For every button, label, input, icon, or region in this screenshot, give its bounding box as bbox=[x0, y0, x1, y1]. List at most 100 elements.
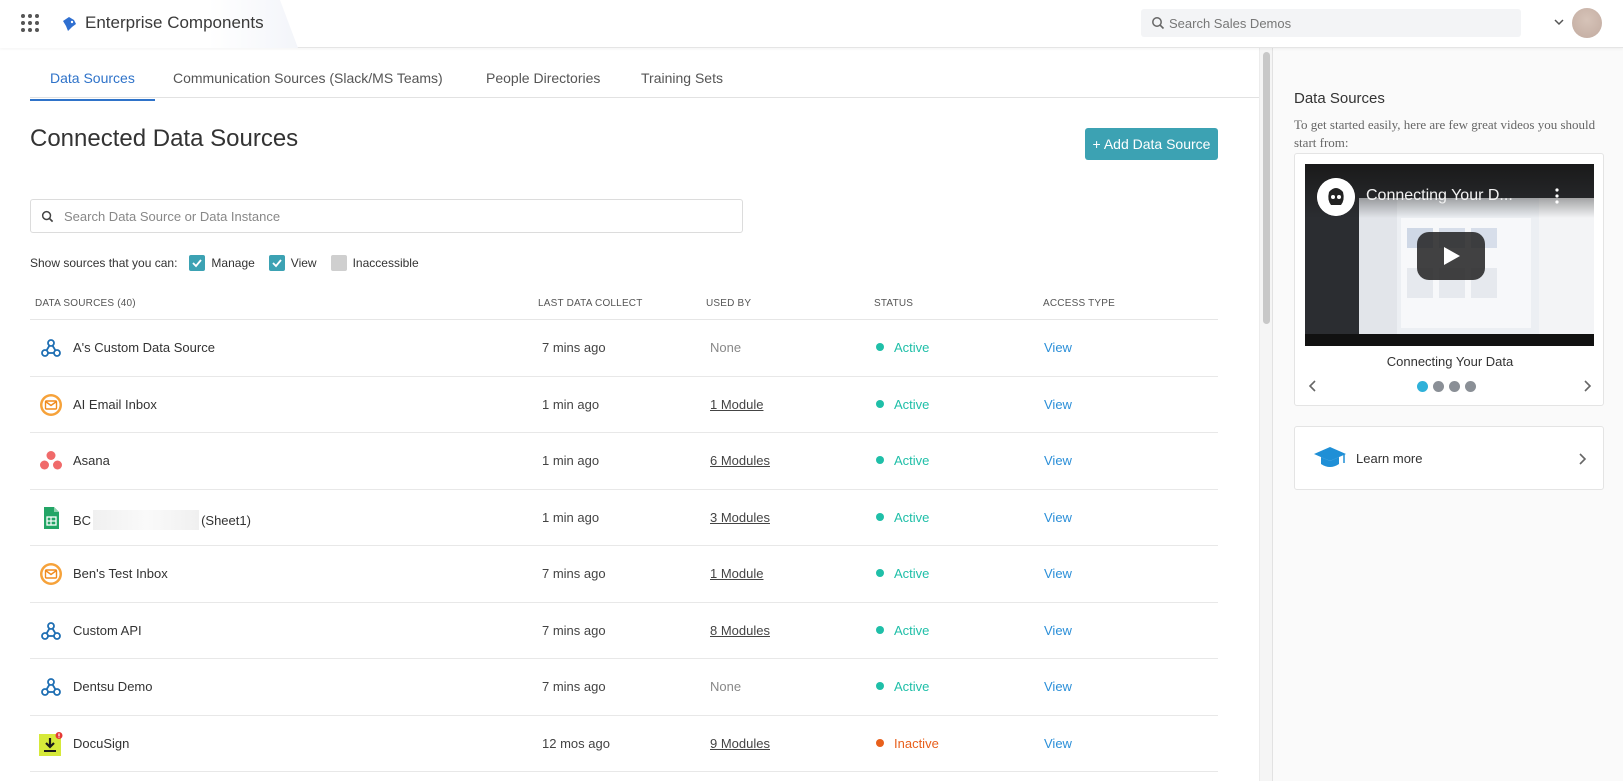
chevron-down-icon[interactable] bbox=[1553, 16, 1565, 28]
status-dot bbox=[876, 682, 884, 690]
data-sources-table: DATA SOURCES (40) LAST DATA COLLECT USED… bbox=[30, 288, 1218, 772]
help-side-panel: Data Sources To get started easily, here… bbox=[1273, 48, 1623, 781]
row-status: Active bbox=[876, 397, 929, 412]
user-avatar[interactable] bbox=[1572, 8, 1602, 38]
global-search-input[interactable] bbox=[1169, 9, 1509, 37]
status-text: Active bbox=[894, 509, 930, 525]
table-row[interactable]: DocuSign 12 mos ago 9 Modules Inactive V… bbox=[30, 716, 1218, 772]
brand-title: Enterprise Components bbox=[85, 13, 264, 32]
row-used-by[interactable]: 9 Modules bbox=[710, 736, 770, 751]
chevron-left-icon[interactable] bbox=[1307, 379, 1317, 393]
row-access-link[interactable]: View bbox=[1044, 453, 1072, 468]
email-inbox-icon bbox=[40, 393, 62, 416]
header-used-by[interactable]: USED BY bbox=[706, 298, 751, 309]
inaccessible-label: Inaccessible bbox=[352, 256, 419, 270]
row-name[interactable]: BC (Sheet1) bbox=[73, 509, 251, 530]
row-status: Active bbox=[876, 510, 929, 525]
row-access-link[interactable]: View bbox=[1044, 566, 1072, 581]
row-access-link[interactable]: View bbox=[1044, 510, 1072, 525]
row-name[interactable]: Ben's Test Inbox bbox=[73, 566, 168, 581]
channel-logo-icon bbox=[1317, 178, 1355, 216]
chevron-right-icon[interactable] bbox=[1583, 379, 1593, 393]
data-source-search-input[interactable] bbox=[64, 200, 734, 232]
carousel-dot[interactable] bbox=[1449, 381, 1460, 392]
row-used-by[interactable]: 3 Modules bbox=[710, 510, 770, 525]
row-last-collect: 12 mos ago bbox=[542, 735, 610, 751]
status-dot bbox=[876, 512, 884, 521]
row-access-link[interactable]: View bbox=[1044, 623, 1072, 638]
status-text: Active bbox=[894, 340, 930, 355]
table-row[interactable]: BC (Sheet1) 1 min ago 3 Modules Active Vi… bbox=[30, 490, 1218, 546]
row-name[interactable]: AI Email Inbox bbox=[73, 397, 157, 412]
scrollbar-thumb[interactable] bbox=[1263, 52, 1270, 324]
status-dot bbox=[876, 343, 884, 351]
row-name[interactable]: DocuSign bbox=[73, 736, 129, 751]
table-row[interactable]: Asana 1 min ago 6 Modules Active View bbox=[30, 433, 1218, 490]
webhook-icon bbox=[41, 621, 61, 640]
manage-label: Manage bbox=[211, 256, 255, 270]
row-name-suffix: (Sheet1) bbox=[201, 512, 251, 528]
carousel-dots bbox=[1417, 381, 1476, 392]
header-access-type[interactable]: ACCESS TYPE bbox=[1043, 298, 1115, 309]
table-header: DATA SOURCES (40) LAST DATA COLLECT USED… bbox=[30, 288, 1218, 320]
global-search[interactable] bbox=[1141, 9, 1521, 37]
view-label: View bbox=[290, 256, 317, 270]
table-row[interactable]: Custom API 7 mins ago 8 Modules Active V… bbox=[30, 603, 1218, 659]
status-text: Active bbox=[894, 622, 930, 638]
table-row[interactable]: A's Custom Data Source 7 mins ago None A… bbox=[30, 320, 1218, 377]
more-vertical-icon[interactable] bbox=[1555, 188, 1559, 204]
video-progress-bar[interactable] bbox=[1305, 334, 1594, 346]
carousel-dot[interactable] bbox=[1417, 381, 1428, 392]
top-bar: Enterprise Components bbox=[0, 0, 1623, 48]
row-access-link[interactable]: View bbox=[1044, 340, 1072, 355]
page-title: Connected Data Sources bbox=[30, 125, 299, 152]
row-name[interactable]: Asana bbox=[73, 453, 110, 468]
play-button[interactable] bbox=[1417, 232, 1485, 280]
row-name[interactable]: A's Custom Data Source bbox=[73, 340, 215, 355]
row-used-by[interactable]: 1 Module bbox=[710, 566, 763, 581]
webhook-icon bbox=[41, 678, 61, 696]
row-access-link[interactable]: View bbox=[1044, 679, 1072, 694]
data-source-search[interactable] bbox=[30, 199, 743, 233]
row-used-by[interactable]: 8 Modules bbox=[710, 623, 770, 638]
video-carousel: Connecting Your D... Connecting Your Dat… bbox=[1294, 153, 1604, 406]
table-row[interactable]: Dentsu Demo 7 mins ago None Active View bbox=[30, 659, 1218, 716]
row-access-link[interactable]: View bbox=[1044, 397, 1072, 412]
video-player[interactable]: Connecting Your D... bbox=[1305, 164, 1594, 346]
tab-communication-sources[interactable]: Communication Sources (Slack/MS Teams) bbox=[173, 70, 443, 99]
row-name[interactable]: Dentsu Demo bbox=[73, 679, 152, 694]
add-data-source-button[interactable]: + Add Data Source bbox=[1085, 128, 1218, 160]
table-row[interactable]: AI Email Inbox 1 min ago 1 Module Active… bbox=[30, 377, 1218, 433]
play-icon bbox=[1444, 247, 1460, 265]
asana-icon bbox=[40, 451, 62, 470]
app-launcher-icon[interactable] bbox=[21, 14, 39, 32]
manage-checkbox[interactable] bbox=[189, 255, 206, 271]
row-last-collect: 7 mins ago bbox=[542, 622, 606, 638]
view-checkbox[interactable] bbox=[268, 255, 285, 271]
tab-bar: Data Sources Communication Sources (Slac… bbox=[30, 48, 1259, 101]
main-scrollbar[interactable] bbox=[1259, 48, 1273, 781]
status-dot bbox=[876, 399, 884, 408]
filter-label: Show sources that you can: bbox=[30, 256, 178, 270]
tab-data-sources[interactable]: Data Sources bbox=[30, 70, 155, 101]
inaccessible-checkbox[interactable] bbox=[330, 255, 347, 271]
header-status[interactable]: STATUS bbox=[874, 298, 913, 309]
row-status: Active bbox=[876, 566, 929, 581]
tab-people-directories[interactable]: People Directories bbox=[486, 70, 600, 99]
row-used-by[interactable]: 1 Module bbox=[710, 397, 763, 412]
header-data-sources[interactable]: DATA SOURCES (40) bbox=[35, 298, 136, 309]
row-name[interactable]: Custom API bbox=[73, 623, 142, 638]
table-row[interactable]: Ben's Test Inbox 7 mins ago 1 Module Act… bbox=[30, 546, 1218, 603]
row-access-link[interactable]: View bbox=[1044, 736, 1072, 751]
row-last-collect: 7 mins ago bbox=[542, 340, 606, 355]
status-dot bbox=[876, 625, 884, 634]
tab-training-sets[interactable]: Training Sets bbox=[641, 70, 723, 99]
side-panel-description: To get started easily, here are few grea… bbox=[1294, 117, 1596, 150]
header-last-collect[interactable]: LAST DATA COLLECT bbox=[538, 298, 643, 309]
carousel-dot[interactable] bbox=[1465, 381, 1476, 392]
row-used-by[interactable]: 6 Modules bbox=[710, 453, 770, 468]
learn-more-card[interactable]: Learn more bbox=[1294, 426, 1604, 490]
carousel-dot[interactable] bbox=[1433, 381, 1444, 392]
row-used-by: None bbox=[710, 679, 742, 694]
row-last-collect: 1 min ago bbox=[542, 453, 600, 468]
